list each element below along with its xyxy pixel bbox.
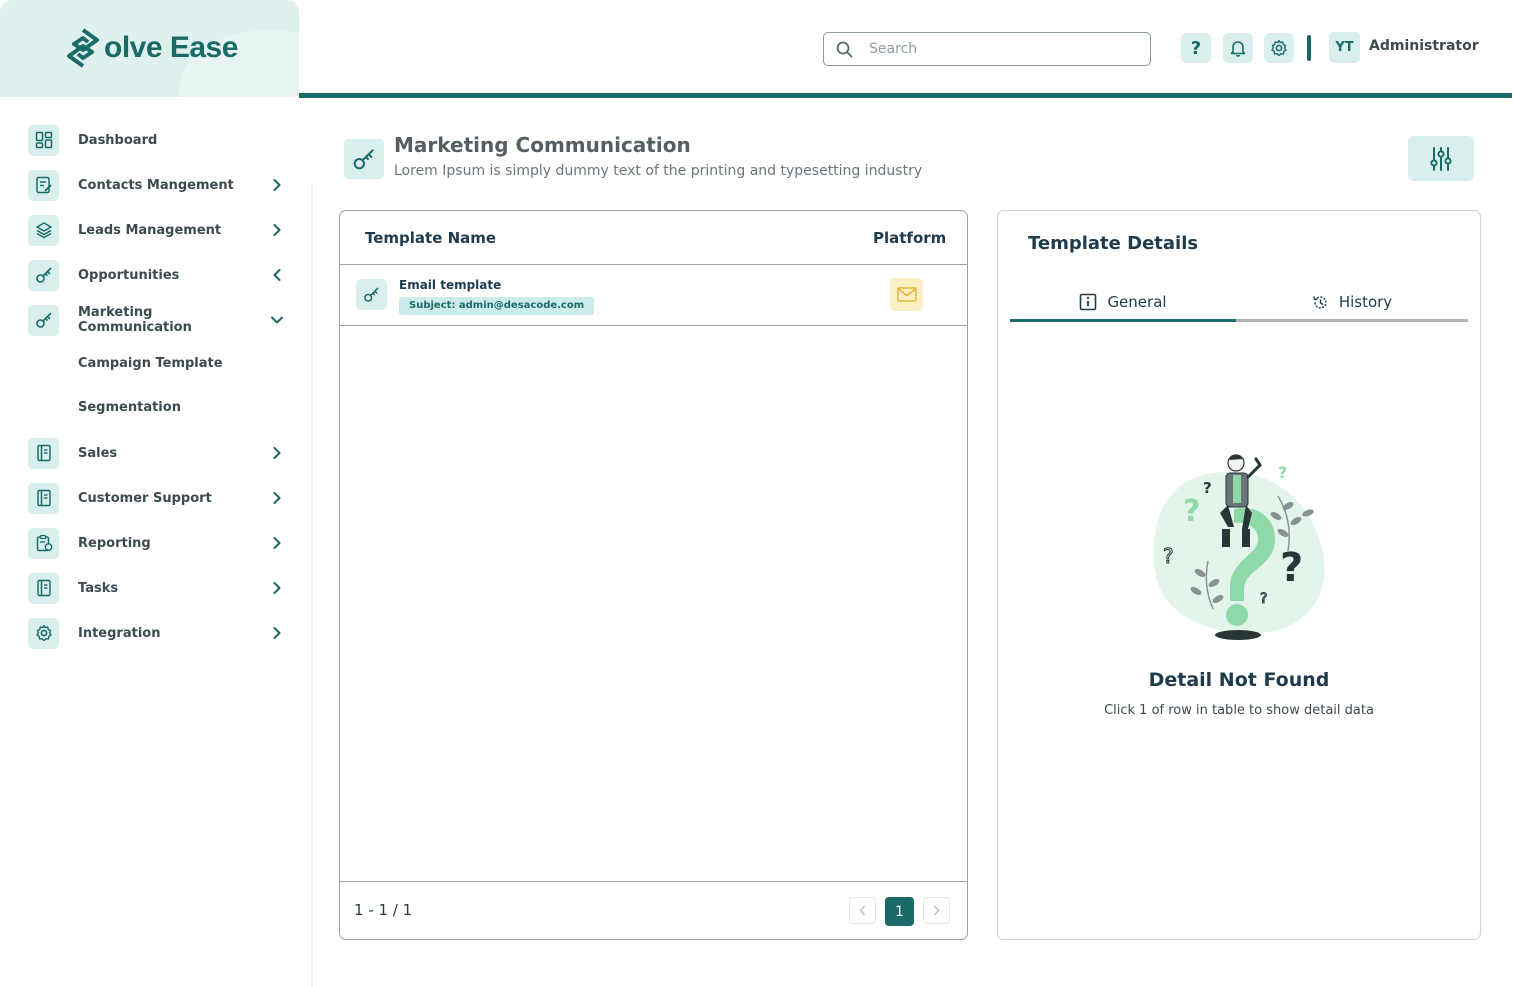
- sidebar-item-dashboard[interactable]: Dashboard: [28, 124, 288, 156]
- tab-history[interactable]: History: [1236, 283, 1468, 321]
- column-header-template-name[interactable]: Template Name: [365, 229, 496, 247]
- sidebar-item-label: Reporting: [78, 535, 151, 551]
- sidebar-item-reporting[interactable]: Reporting: [28, 527, 288, 559]
- search-input[interactable]: [869, 41, 1119, 57]
- sidebar-item-contacts[interactable]: Contacts Mangement: [28, 169, 288, 201]
- chevron-right-icon: [933, 905, 940, 916]
- sidebar-subitem-campaign-template[interactable]: Campaign Template: [78, 356, 223, 371]
- svg-text:?: ?: [1183, 494, 1200, 529]
- pagination-next-button[interactable]: [923, 897, 950, 924]
- pagination-prev-button[interactable]: [849, 897, 876, 924]
- sidebar-item-tasks[interactable]: Tasks: [28, 572, 288, 604]
- bell-icon: [1230, 41, 1246, 57]
- sidebar-item-label: Opportunities: [78, 267, 180, 283]
- logo-mark-icon: [67, 28, 99, 68]
- chevron-right-icon: [270, 491, 284, 505]
- question-person-illustration: ? ? ? ? ? ?: [1153, 454, 1325, 640]
- chevron-right-icon: [270, 581, 284, 595]
- username[interactable]: Administrator: [1369, 38, 1479, 54]
- chevron-right-icon: [270, 223, 284, 237]
- sidebar-item-leads[interactable]: Leads Management: [28, 214, 288, 246]
- sidebar-item-sales[interactable]: Sales: [28, 437, 288, 469]
- brand-logo[interactable]: olve Ease: [66, 28, 238, 68]
- chevron-right-icon: [270, 178, 284, 192]
- sidebar-divider: [311, 185, 313, 986]
- empty-state-title: Detail Not Found: [1148, 669, 1330, 691]
- empty-state-subtitle: Click 1 of row in table to show detail d…: [1104, 703, 1374, 718]
- chevron-right-icon: [270, 446, 284, 460]
- sidebar-item-label: Marketing Communication: [78, 305, 192, 335]
- svg-text:?: ?: [1163, 544, 1174, 568]
- key-icon: [28, 259, 59, 291]
- footer-divider: [340, 881, 967, 882]
- chevron-left-icon: [270, 268, 284, 282]
- header-divider: [1307, 35, 1311, 61]
- column-header-platform[interactable]: Platform: [873, 229, 946, 247]
- details-title: Template Details: [1028, 233, 1199, 254]
- pagination-page-button[interactable]: 1: [885, 897, 914, 926]
- tab-label: History: [1338, 293, 1393, 311]
- dashboard-icon: [28, 124, 59, 156]
- template-details-panel: Template Details General History ? ? ? ?…: [997, 210, 1481, 940]
- sidebar-item-label: Leads Management: [78, 222, 222, 238]
- tab-indicator-active: [1010, 319, 1236, 322]
- templates-table: Template Name Platform Email template Su…: [339, 210, 968, 940]
- chevron-right-icon: [270, 626, 284, 640]
- sidebar-item-label: Sales: [78, 445, 118, 461]
- help-icon: ?: [1190, 37, 1202, 59]
- gear-icon: [28, 617, 59, 649]
- avatar[interactable]: YT: [1329, 32, 1360, 63]
- key-icon: [356, 279, 387, 310]
- svg-text:?: ?: [1278, 463, 1287, 482]
- header-accent-line: [299, 93, 1512, 98]
- info-icon: [1080, 293, 1097, 311]
- key-icon: [28, 304, 59, 336]
- document-icon: [28, 437, 59, 469]
- layers-icon: [28, 214, 59, 246]
- chevron-down-icon: [270, 313, 284, 327]
- page-subtitle: Lorem Ipsum is simply dummy text of the …: [394, 163, 923, 179]
- document-icon: [28, 572, 59, 604]
- search-box[interactable]: [823, 32, 1151, 66]
- sidebar-subitem-segmentation[interactable]: Segmentation: [78, 400, 181, 415]
- pagination-range: 1 - 1 / 1: [354, 901, 413, 919]
- tab-label: General: [1107, 293, 1167, 311]
- sidebar-item-label: Integration: [78, 625, 161, 641]
- chevron-left-icon: [859, 905, 866, 916]
- tab-indicator: [1236, 319, 1468, 322]
- sidebar-item-label: Tasks: [78, 580, 119, 596]
- chevron-right-icon: [270, 536, 284, 550]
- sidebar-item-integration[interactable]: Integration: [28, 617, 288, 649]
- sidebar-item-marketing[interactable]: Marketing Communication: [28, 304, 288, 336]
- document-icon: [28, 482, 59, 514]
- sidebar-item-label: Contacts Mangement: [78, 177, 234, 193]
- sidebar-item-label: Dashboard: [78, 132, 158, 148]
- svg-text:?: ?: [1260, 591, 1267, 607]
- svg-text:?: ?: [1280, 545, 1303, 591]
- table-row[interactable]: Email template Subject: admin@desacode.c…: [340, 265, 967, 326]
- svg-text:?: ?: [1203, 479, 1212, 497]
- settings-button[interactable]: [1264, 33, 1294, 63]
- page-title: Marketing Communication: [394, 133, 691, 157]
- brand-name: olve Ease: [104, 31, 238, 64]
- sliders-icon: [1430, 146, 1452, 171]
- help-button[interactable]: ?: [1181, 33, 1211, 63]
- filter-button[interactable]: [1408, 136, 1474, 181]
- search-icon: [836, 41, 853, 57]
- subject-badge: Subject: admin@desacode.com: [399, 297, 595, 315]
- notifications-button[interactable]: [1223, 33, 1253, 63]
- key-icon: [344, 139, 384, 179]
- brand-panel: olve Ease: [0, 0, 299, 97]
- clipboard-icon: [28, 527, 59, 559]
- tab-general[interactable]: General: [1010, 283, 1236, 321]
- sidebar-item-label: Customer Support: [78, 490, 212, 506]
- history-icon: [1313, 295, 1327, 309]
- gear-icon: [1271, 39, 1287, 57]
- contacts-icon: [28, 169, 59, 201]
- template-name: Email template: [399, 278, 502, 292]
- mail-icon: [890, 278, 923, 311]
- sidebar-item-customer-support[interactable]: Customer Support: [28, 482, 288, 514]
- sidebar-item-opportunities[interactable]: Opportunities: [28, 259, 288, 291]
